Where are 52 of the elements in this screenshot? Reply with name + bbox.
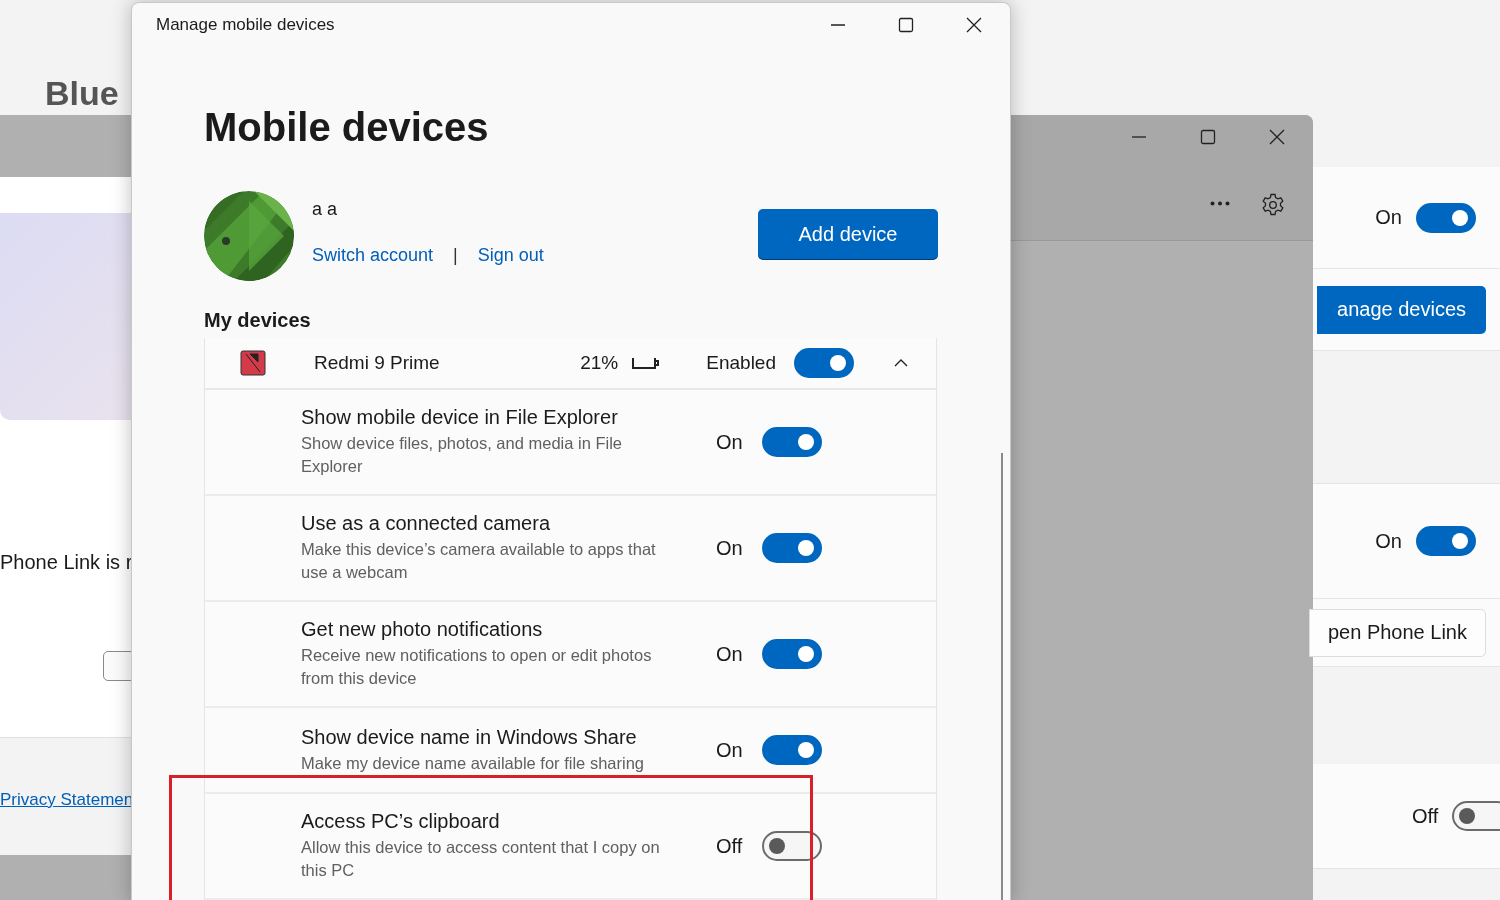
battery-level: 21% [580,352,619,374]
setting-description: Allow this device to access content that I copy on this PC [301,837,661,881]
add-device-button[interactable]: Add device [758,209,938,259]
account-name: a a [312,199,339,221]
toggle-state: On [716,738,744,762]
scrollbar[interactable] [1001,453,1003,900]
setting-description: Show device files, photos, and media in File Explorer [301,433,623,477]
toggle-switch[interactable] [762,533,822,563]
separator: | [453,245,458,266]
page-heading: Blue [45,73,119,113]
toggle-state: On [716,430,744,454]
setting-title: Use as a connected camera [301,512,552,535]
setting-description: Make this device’s camera available to apps that use a webcam [301,539,657,583]
section-title: My devices [204,309,312,333]
close-icon[interactable] [966,17,982,33]
window-title: Manage mobile devices [156,15,336,35]
checkbox[interactable] [103,651,131,681]
toggle-switch[interactable] [762,639,822,669]
toggle-switch[interactable] [1416,202,1476,233]
chevron-icon[interactable] [894,359,908,367]
switch-account-link[interactable]: Switch account [312,245,434,266]
page-title: Mobile devices [204,105,490,151]
battery-icon [632,357,661,369]
toggle-state: On [1375,206,1402,229]
sign-out-link[interactable]: Sign out [477,245,544,266]
settings-icon[interactable] [1261,193,1285,217]
toggle-state: Off [716,834,744,858]
device-name: Redmi 9 Prime [314,352,441,374]
setting-title: Get new photo notifications [301,618,544,641]
phone-icon [240,350,266,376]
toggle-switch[interactable] [762,831,822,861]
toggle-switch[interactable] [762,735,822,765]
maximize-icon[interactable] [1200,129,1216,145]
setting-title: Access PC’s clipboard [301,810,501,833]
toggle-state: On [716,536,744,560]
manage-devices-button[interactable]: anage devices [1317,285,1486,334]
toggle-state: On [1375,529,1402,553]
setting-description: Receive new notifications to open or edit photos from this device [301,645,653,689]
toggle-switch[interactable] [794,348,854,378]
device-status: Enabled [706,352,776,374]
maximize-icon[interactable] [898,17,914,33]
toggle-switch[interactable] [762,427,822,457]
setting-title: Show mobile device in File Explorer [301,406,619,429]
more-icon[interactable] [1210,201,1230,206]
toggle-state: Off [1412,804,1439,828]
toggle-switch[interactable] [1452,801,1500,831]
setting-title: Show device name in Windows Share [301,725,638,749]
toggle-switch[interactable] [1416,526,1476,556]
close-icon[interactable] [1269,129,1285,145]
open-app-button[interactable]: pen Phone Link [1309,608,1486,657]
toggle-state: On [716,642,744,666]
setting-description: Make my device name available for file sharing [301,752,645,774]
